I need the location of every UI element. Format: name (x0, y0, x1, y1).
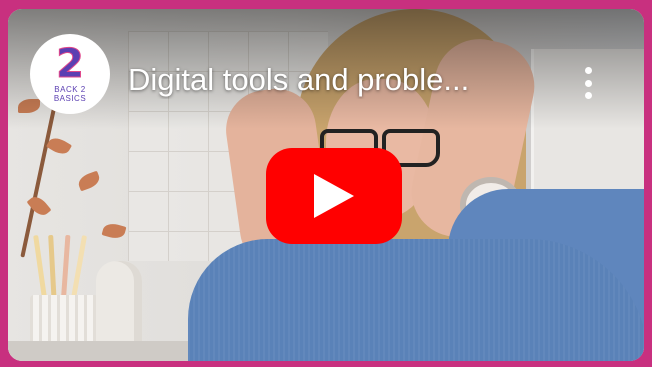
channel-logo-text: BACK 2 BASICS (54, 85, 86, 103)
channel-logo-text-line2: BASICS (53, 94, 87, 103)
channel-logo-text-line1: BACK 2 (54, 85, 86, 94)
dot (584, 92, 592, 99)
dot (584, 79, 592, 87)
person-sweater (188, 239, 644, 361)
video-player[interactable]: 2 BACK 2 BASICS Digital tools and proble… (8, 9, 644, 361)
play-icon (314, 174, 354, 218)
dot (584, 67, 592, 74)
video-title[interactable]: Digital tools and proble... (128, 61, 528, 99)
more-vert-icon[interactable] (574, 63, 602, 103)
play-button[interactable] (266, 148, 402, 244)
channel-logo-mark: 2 (56, 41, 85, 87)
channel-avatar[interactable]: 2 BACK 2 BASICS (30, 34, 110, 114)
